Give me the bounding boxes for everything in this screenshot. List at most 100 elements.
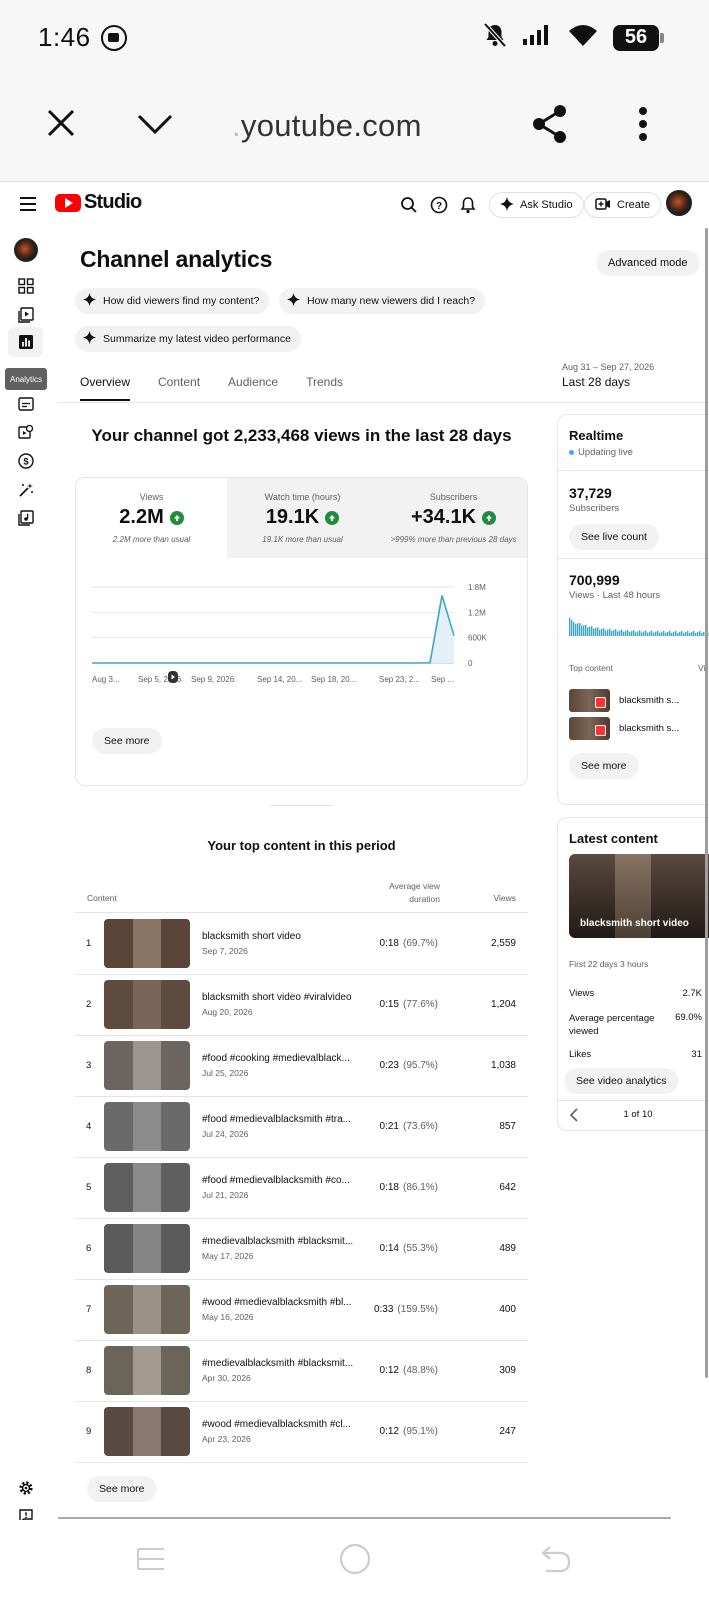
search-icon[interactable] xyxy=(398,194,420,216)
suggestion-chip-summarize[interactable]: Summarize my latest video performance xyxy=(75,326,301,352)
content-icon[interactable] xyxy=(16,305,36,325)
url-bar[interactable]: .youtube.com xyxy=(232,108,422,144)
account-avatar[interactable] xyxy=(666,190,692,216)
notifications-icon[interactable] xyxy=(457,194,479,216)
suggestion-chip-new-viewers[interactable]: How many new viewers did I reach? xyxy=(279,288,486,314)
recent-apps-icon[interactable] xyxy=(136,1544,166,1579)
subtitles-icon[interactable] xyxy=(16,394,36,414)
video-thumbnail[interactable] xyxy=(104,1163,190,1212)
battery-indicator: 56 xyxy=(613,24,664,51)
tab-content[interactable]: Content xyxy=(158,375,200,401)
latest-video-thumbnail[interactable]: blacksmith short video xyxy=(569,854,709,938)
video-title[interactable]: blacksmith short video xyxy=(202,931,362,942)
realtime-bar xyxy=(585,624,587,636)
date-period-selector[interactable]: Last 28 days xyxy=(562,375,630,389)
home-icon[interactable] xyxy=(338,1542,372,1581)
shorts-icon[interactable] xyxy=(167,670,179,689)
video-thumbnail[interactable] xyxy=(104,1285,190,1334)
url-domain: youtube.com xyxy=(240,108,422,143)
live-dot-icon xyxy=(569,449,574,455)
video-thumbnail[interactable] xyxy=(104,919,190,968)
menu-icon[interactable] xyxy=(20,197,36,211)
table-row[interactable]: 5 #food #medievalblacksmith #co... Jul 21,… xyxy=(75,1157,528,1218)
copyright-icon[interactable] xyxy=(16,422,36,442)
chart-see-more-button[interactable]: See more xyxy=(92,728,162,754)
realtime-bar xyxy=(617,631,619,636)
top-content-see-more-button[interactable]: See more xyxy=(87,1476,157,1502)
earn-icon[interactable]: $ xyxy=(16,451,36,471)
svg-text:?: ? xyxy=(436,201,442,212)
table-row[interactable]: 2 blacksmith short video #viralvideo Aug 2… xyxy=(75,974,528,1035)
video-thumbnail[interactable] xyxy=(104,1346,190,1395)
column-header-duration[interactable]: Average view duration xyxy=(370,880,440,906)
table-row[interactable]: 7 #wood #medievalblacksmith #bl... May 16,… xyxy=(75,1279,528,1340)
video-title[interactable]: #wood #medievalblacksmith #cl... xyxy=(202,1419,362,1430)
video-title[interactable]: #food #medievalblacksmith #tra... xyxy=(202,1114,362,1125)
advanced-mode-button[interactable]: Advanced mode xyxy=(596,250,700,276)
video-thumbnail[interactable] xyxy=(104,1102,190,1151)
ask-studio-button[interactable]: Ask Studio xyxy=(489,192,584,218)
realtime-item-thumbnail[interactable] xyxy=(569,689,610,712)
video-views: 1,038 xyxy=(490,1060,516,1071)
analytics-icon[interactable] xyxy=(16,332,36,352)
settings-icon[interactable] xyxy=(16,1478,36,1498)
realtime-bar xyxy=(623,631,625,636)
tab-trends[interactable]: Trends xyxy=(306,375,343,401)
realtime-item-thumbnail[interactable] xyxy=(569,717,610,740)
video-title[interactable]: #medievalblacksmith #blacksmit... xyxy=(202,1236,362,1247)
help-icon[interactable]: ? xyxy=(428,194,450,216)
video-title[interactable]: #food #cooking #medievalblack... xyxy=(202,1053,362,1064)
table-row[interactable]: 6 #medievalblacksmith #blacksmit... May 17… xyxy=(75,1218,528,1279)
table-row[interactable]: 8 #medievalblacksmith #blacksmit... Apr 30… xyxy=(75,1340,528,1401)
realtime-see-more-button[interactable]: See more xyxy=(569,753,639,779)
metric-subscribers[interactable]: Subscribers +34.1K >999% more than previ… xyxy=(378,478,527,558)
video-views: 2,559 xyxy=(490,938,516,949)
share-icon[interactable] xyxy=(530,104,570,149)
youtube-logo-icon[interactable] xyxy=(55,194,81,212)
video-title[interactable]: #medievalblacksmith #blacksmit... xyxy=(202,1358,362,1369)
see-live-count-button[interactable]: See live count xyxy=(569,524,659,550)
column-header-content[interactable]: Content xyxy=(87,893,117,903)
page-scrollbar[interactable] xyxy=(705,228,708,1378)
tab-audience[interactable]: Audience xyxy=(228,375,278,401)
channel-avatar[interactable] xyxy=(14,238,38,262)
video-title[interactable]: blacksmith short video #viralvideo xyxy=(202,992,362,1003)
row-rank: 2 xyxy=(86,999,92,1010)
video-thumbnail[interactable] xyxy=(104,980,190,1029)
chevron-left-icon[interactable] xyxy=(569,1108,579,1127)
back-icon[interactable] xyxy=(540,1544,572,1579)
stat-value: 69.0% xyxy=(675,1012,702,1023)
date-range[interactable]: Aug 31 – Sep 27, 2026 xyxy=(562,362,654,372)
realtime-bar xyxy=(663,630,665,636)
video-title[interactable]: #food #medievalblacksmith #co... xyxy=(202,1175,362,1186)
table-row[interactable]: 4 #food #medievalblacksmith #tra... Jul 24… xyxy=(75,1096,528,1157)
video-thumbnail[interactable] xyxy=(104,1407,190,1456)
table-row[interactable]: 9 #wood #medievalblacksmith #cl... Apr 23,… xyxy=(75,1401,528,1462)
see-video-analytics-button[interactable]: See video analytics xyxy=(564,1068,679,1094)
column-header-views[interactable]: Views xyxy=(480,893,516,903)
metric-views[interactable]: Views 2.2M 2.2M more than usual xyxy=(76,478,227,558)
stat-label: Average percentage viewed xyxy=(569,1013,655,1037)
dashboard-icon[interactable] xyxy=(16,276,36,296)
duration-percent: (86.1%) xyxy=(402,1182,438,1193)
video-title[interactable]: #wood #medievalblacksmith #bl... xyxy=(202,1297,362,1308)
tab-overview[interactable]: Overview xyxy=(80,375,131,401)
realtime-bar xyxy=(635,632,637,636)
create-button[interactable]: Create xyxy=(584,192,662,218)
table-row[interactable]: 3 #food #cooking #medievalblack... Jul 25,… xyxy=(75,1035,528,1096)
realtime-item-title[interactable]: blacksmith s... xyxy=(619,695,679,706)
video-thumbnail[interactable] xyxy=(104,1041,190,1090)
arrow-up-icon xyxy=(325,510,340,525)
suggestion-chip-discovery[interactable]: How did viewers find my content? xyxy=(75,288,270,314)
table-row[interactable]: 1 blacksmith short video Sep 7, 2026 0:18 (6… xyxy=(75,913,528,974)
realtime-item-title[interactable]: blacksmith s... xyxy=(619,723,679,734)
metric-watch-time[interactable]: Watch time (hours) 19.1K 19.1K more than… xyxy=(227,478,378,558)
close-icon[interactable] xyxy=(46,108,76,143)
audio-library-icon[interactable] xyxy=(16,508,36,528)
chevron-down-icon[interactable] xyxy=(137,114,173,139)
more-vert-icon[interactable] xyxy=(637,106,649,147)
studio-logo-text[interactable]: Studio xyxy=(84,191,142,214)
video-thumbnail[interactable] xyxy=(104,1224,190,1273)
customization-icon[interactable] xyxy=(16,480,36,500)
duration-value: 0:15 xyxy=(379,999,399,1010)
